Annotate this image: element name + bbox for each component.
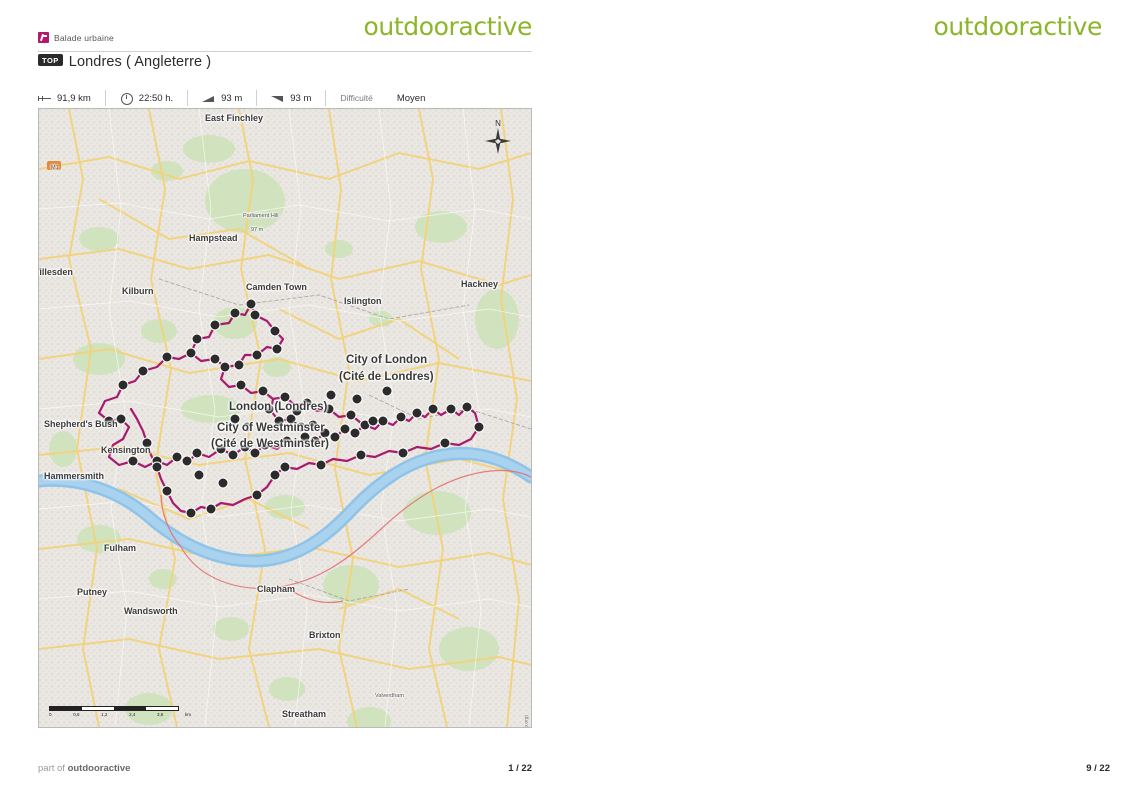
scale-tick: 1,2 (101, 712, 108, 717)
map-label: 97 m (251, 227, 264, 233)
category-label: Balade urbaine (54, 32, 114, 43)
map-label: Islington (344, 296, 382, 306)
map-label: Putney (77, 587, 108, 597)
stat-difficulty: Difficulté Moyen (340, 90, 439, 106)
map-label: Parliament Hill (243, 213, 279, 219)
map-label: Clapham (257, 584, 296, 594)
scale-tick: 3,6 (157, 712, 164, 717)
map-label: City of Westminster (217, 422, 325, 434)
map-label: Kensington (101, 445, 151, 455)
map-label: Shepherd's Bush (44, 419, 118, 429)
map-label: Willesden (39, 267, 73, 277)
header-divider (38, 51, 532, 52)
page-left: outdooractive Balade urbaine TOP Londres… (0, 0, 570, 800)
ascent-icon (202, 93, 215, 104)
map-label: Fulham (104, 543, 137, 553)
scale-tick: 2,4 (129, 712, 136, 717)
scale-tick: 0 (49, 712, 52, 717)
two-page-spread: outdooractive Balade urbaine TOP Londres… (0, 0, 1140, 800)
map-label: East Finchley (205, 113, 264, 123)
page-title: TOP Londres ( Angleterre ) (38, 54, 211, 70)
descent-icon (271, 93, 284, 104)
map-label: Brixton (309, 630, 341, 640)
map-label: Wandsworth (124, 606, 178, 616)
compass-icon: N (481, 115, 515, 159)
hiker-badge-icon (38, 32, 49, 43)
stat-duration: 22:50 h. (120, 90, 189, 106)
footer-left: part of outdooractive (38, 763, 130, 774)
scale-unit: km (184, 712, 191, 717)
top-badge: TOP (38, 54, 63, 66)
map-label: Streatham (282, 709, 327, 719)
page-number-right: 9 / 22 (1086, 763, 1110, 774)
page-number-left: 1 / 22 (508, 763, 532, 774)
map-label: London (Londres) (229, 401, 328, 413)
brand-logo-right: outdooractive (933, 12, 1103, 41)
stat-distance-value: 91,9 km (57, 92, 91, 104)
stat-distance: 91,9 km (38, 90, 106, 106)
svg-text:N: N (495, 119, 501, 128)
stat-ascent-value: 93 m (221, 92, 243, 104)
scale-tick: 0,6 (73, 712, 80, 717)
map-label: Kilburn (122, 286, 154, 296)
map-canvas (39, 109, 531, 727)
page-title-text: Londres ( Angleterre ) (68, 54, 212, 70)
stat-duration-value: 22:50 h. (138, 92, 174, 104)
map-scalebar: 0 0,6 1,2 2,4 3,6 km (49, 706, 191, 717)
category-row: Balade urbaine (38, 32, 532, 43)
stats-bar: 91,9 km 22:50 h. 93 m 93 m Difficulté Mo… (38, 88, 532, 108)
map-label: Camden Town (246, 282, 307, 292)
stat-descent-value: 93 m (290, 92, 312, 104)
footer-prefix: part of (38, 763, 68, 774)
page-right: outdooractive Balade urbaine TOP Londres… (570, 0, 1140, 800)
map-label: Valverdham (375, 693, 404, 699)
stat-ascent: 93 m (202, 90, 258, 106)
map-label: (Cité de Westminster) (211, 438, 330, 450)
difficulty-label: Difficulté (340, 93, 373, 103)
footer-brand: outdooractive (67, 763, 131, 774)
route-map[interactable]: East Finchley Hampstead Parliament Hill 97 … (38, 108, 532, 728)
map-label: (Cité de Londres) (339, 371, 434, 383)
map-label: City of London (346, 354, 428, 366)
map-label: M1 (51, 165, 59, 171)
map-label: Hammersmith (44, 471, 105, 481)
map-attribution: Données cartographique Geographie © outd… (524, 715, 529, 727)
stat-descent: 93 m (271, 90, 327, 106)
distance-icon (38, 93, 51, 104)
clock-icon (120, 92, 133, 105)
difficulty-value: Moyen (396, 92, 426, 104)
map-label: Hampstead (189, 233, 238, 243)
map-label: Hackney (461, 279, 499, 289)
